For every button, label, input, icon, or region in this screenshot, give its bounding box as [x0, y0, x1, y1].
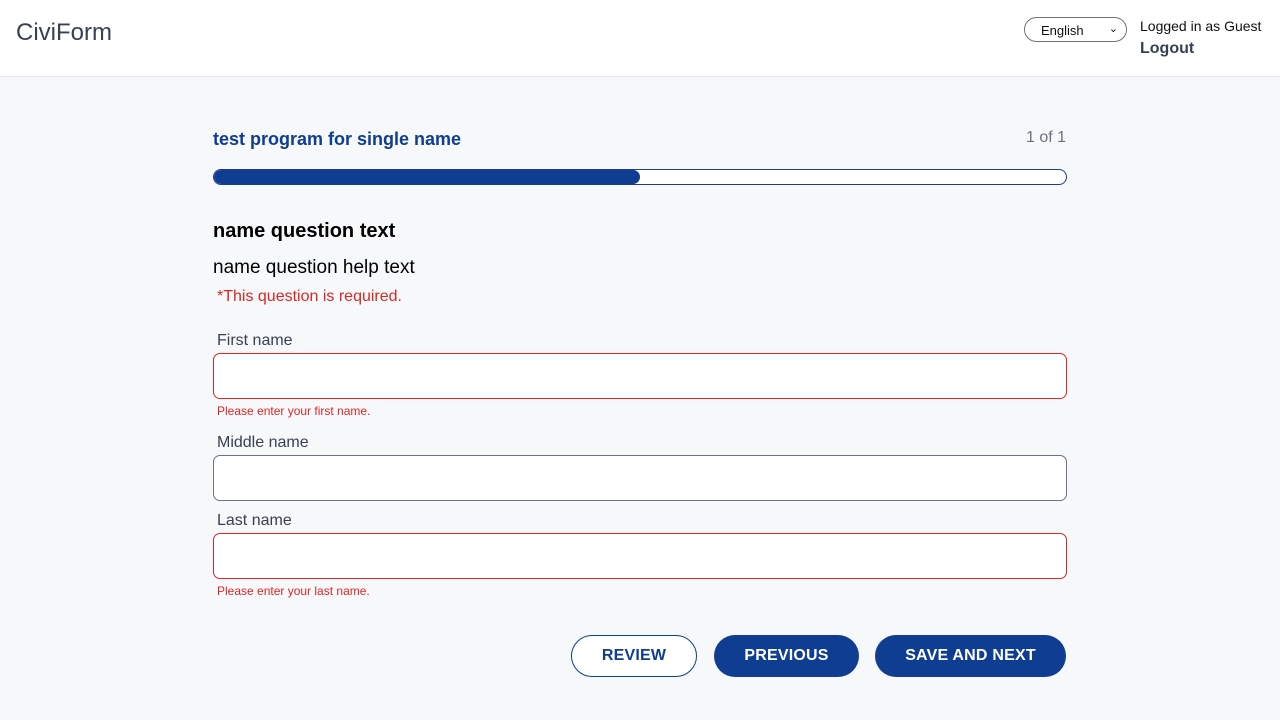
user-status: Logged in as Guest	[1140, 18, 1262, 34]
last-name-error: Please enter your last name.	[217, 584, 370, 598]
first-name-label: First name	[217, 332, 293, 349]
page-count: 1 of 1	[1025, 129, 1066, 146]
middle-name-input[interactable]	[213, 455, 1067, 501]
first-name-error: Please enter your first name.	[217, 404, 371, 418]
language-select[interactable]: English ⌄	[1024, 17, 1127, 42]
last-name-input[interactable]	[213, 533, 1067, 579]
top-navigation-bar: CiviForm English ⌄ Logged in as Guest Lo…	[0, 0, 1280, 77]
review-button[interactable]: REVIEW	[571, 635, 697, 677]
progress-bar	[213, 169, 1067, 185]
question-help-text: name question help text	[213, 257, 415, 278]
brand-logo[interactable]: CiviForm	[16, 19, 112, 47]
last-name-label: Last name	[217, 512, 292, 529]
first-name-input[interactable]	[213, 353, 1067, 399]
program-title: test program for single name	[213, 129, 462, 149]
language-selected-value: English	[1041, 23, 1084, 38]
save-and-next-button[interactable]: SAVE AND NEXT	[875, 635, 1066, 677]
chevron-down-icon: ⌄	[1108, 23, 1118, 35]
middle-name-label: Middle name	[217, 434, 309, 451]
previous-button[interactable]: PREVIOUS	[714, 635, 859, 677]
required-notice: *This question is required.	[217, 288, 402, 305]
logout-link[interactable]: Logout	[1140, 40, 1194, 58]
progress-bar-fill	[214, 170, 640, 184]
question-text: name question text	[213, 220, 396, 242]
